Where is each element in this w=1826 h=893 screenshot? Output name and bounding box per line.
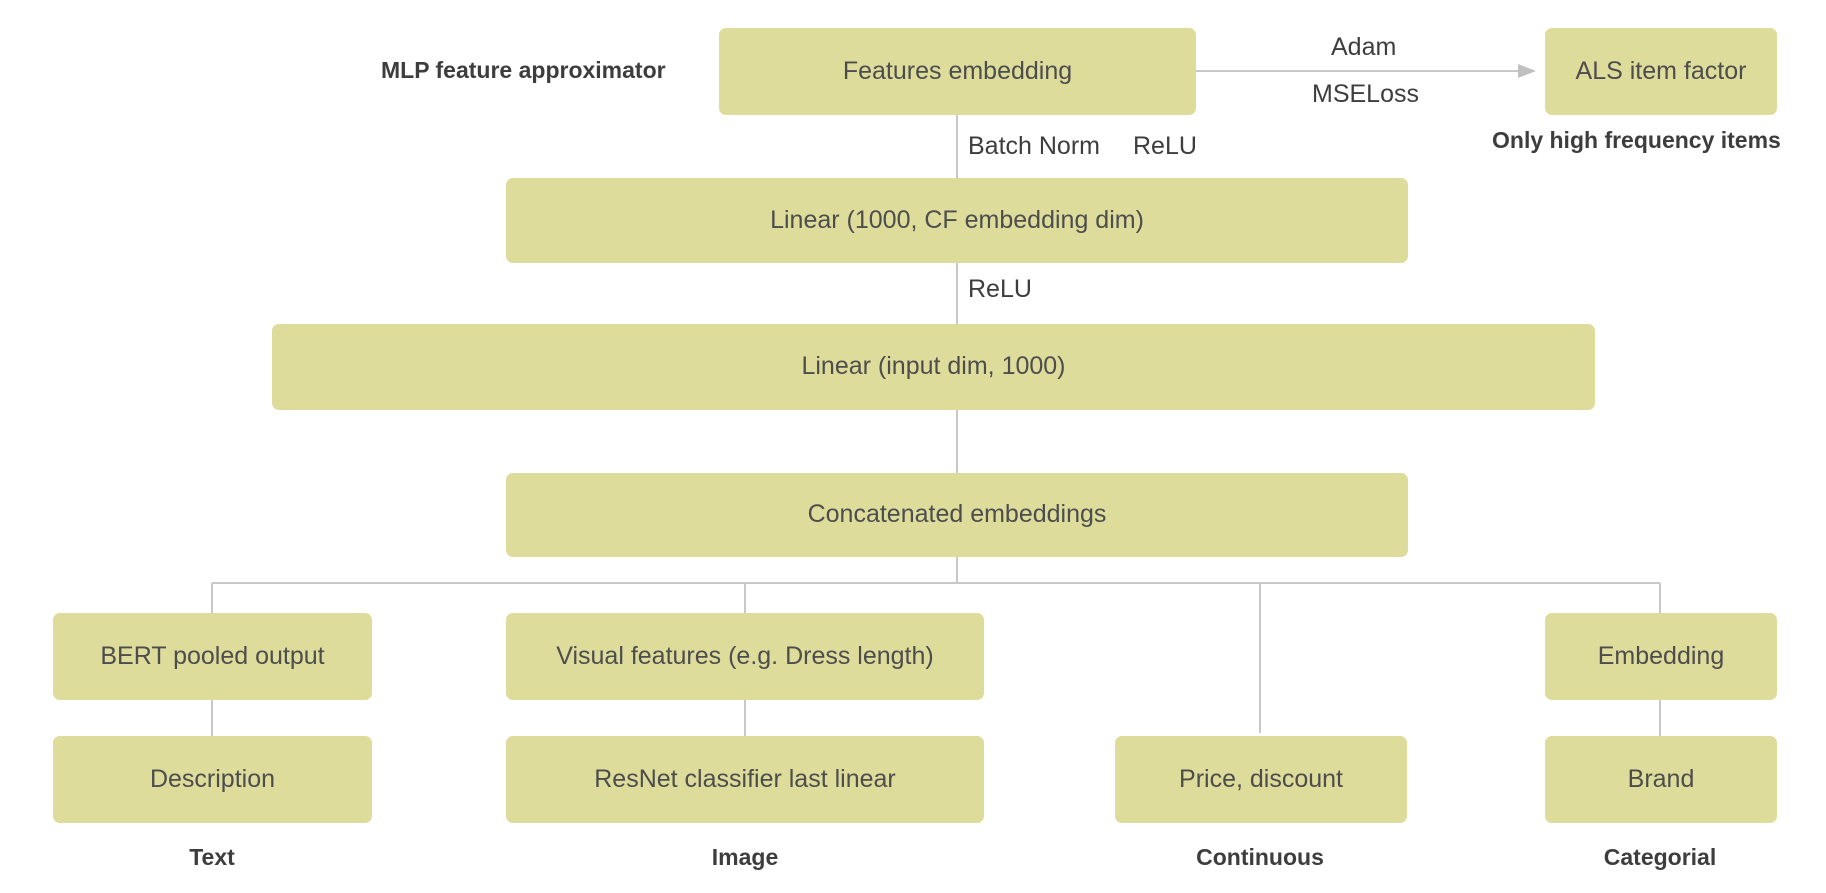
node-concatenated-embeddings[interactable]: Concatenated embeddings [506,473,1408,557]
node-linear-cf-embedding[interactable]: Linear (1000, CF embedding dim) [506,178,1408,263]
only-high-frequency-items-note: Only high frequency items [1492,127,1781,153]
diagram-canvas: MLP feature approximator Features embedd… [0,0,1826,893]
edge-label-relu-mid: ReLU [968,275,1032,303]
column-label-categorial: Categorial [1603,844,1717,870]
node-embedding[interactable]: Embedding [1545,613,1777,700]
node-price-discount[interactable]: Price, discount [1115,736,1407,823]
node-description[interactable]: Description [53,736,372,823]
node-brand[interactable]: Brand [1545,736,1777,823]
edge-label-relu-top: ReLU [1133,132,1197,160]
node-bert-pooled-output[interactable]: BERT pooled output [53,613,372,700]
node-als-item-factor[interactable]: ALS item factor [1545,28,1777,115]
node-resnet-classifier-last-linear[interactable]: ResNet classifier last linear [506,736,984,823]
edge-label-adam: Adam [1331,33,1397,61]
column-label-text: Text [189,844,235,870]
edge-label-batch-norm: Batch Norm [968,132,1100,160]
node-features-embedding[interactable]: Features embedding [719,28,1196,115]
edge-label-mseloss: MSELoss [1312,80,1419,108]
node-visual-features[interactable]: Visual features (e.g. Dress length) [506,613,984,700]
node-linear-input-dim[interactable]: Linear (input dim, 1000) [272,324,1595,410]
column-label-continuous: Continuous [1196,844,1324,870]
column-label-image: Image [711,844,779,870]
mlp-feature-approximator-label: MLP feature approximator [381,57,666,83]
